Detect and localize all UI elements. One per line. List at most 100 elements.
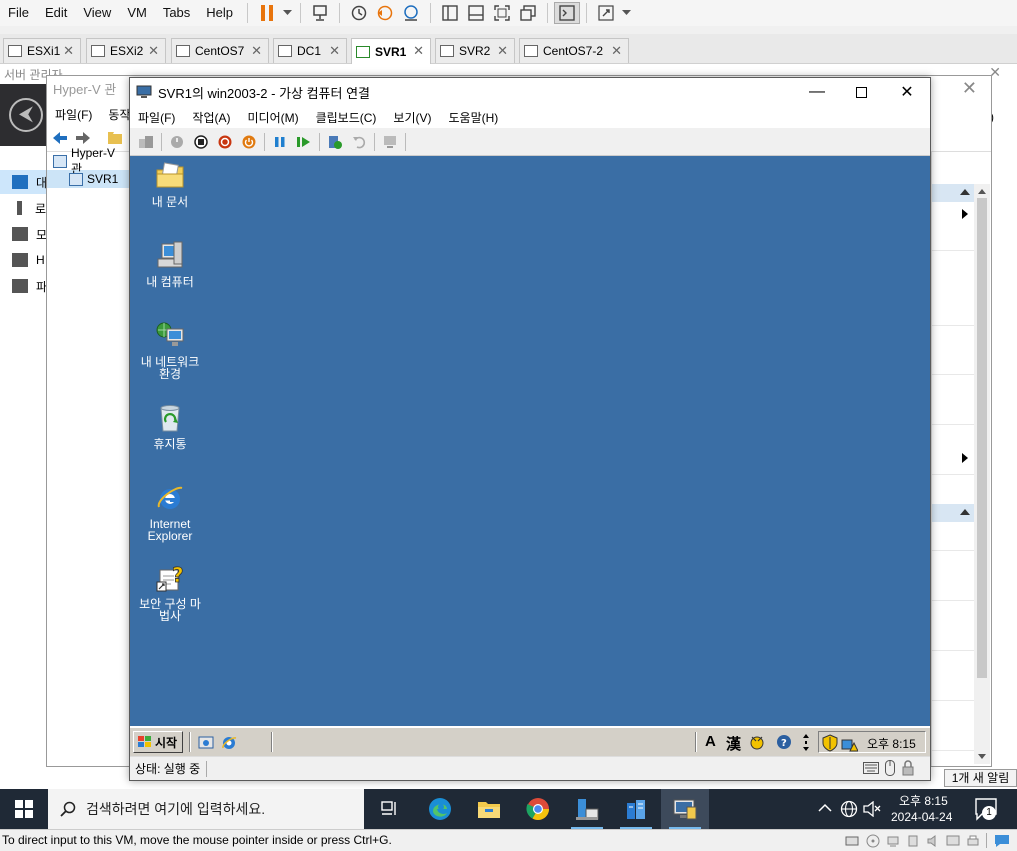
close-icon[interactable]: ✕ [63,43,74,59]
snapshot-icon[interactable] [346,2,372,24]
back-arrow-icon[interactable]: ⮜ [9,98,43,132]
nav-local-server[interactable]: 로 [0,196,48,220]
vmc-menu-help[interactable]: 도움말(H) [441,109,508,126]
chevron-up-icon[interactable] [818,803,832,813]
forward-arrow-icon[interactable] [75,130,91,146]
tab-dc1[interactable]: DC1 ✕ [273,38,347,63]
tab-svr1[interactable]: SVR1 ✕ [351,38,431,64]
scrollbar-thumb[interactable] [977,198,987,678]
chevron-down-icon[interactable] [280,2,294,24]
full-screen-icon[interactable] [489,2,515,24]
desktop-icon-network-places[interactable]: 내 네트워크 환경 [130,320,210,380]
close-icon[interactable]: ✕ [251,43,262,59]
revert-icon[interactable] [347,131,371,153]
start-button[interactable]: 시작 [133,731,183,753]
network-adapter-icon[interactable] [886,834,900,848]
taskbar-app-edge[interactable] [416,789,464,829]
resume-icon[interactable] [292,131,316,153]
hv-menu-file[interactable]: 파일(F) [47,106,100,123]
tree-item-svr1[interactable]: SVR1 [47,170,129,188]
nav-hyperv[interactable]: H [0,248,48,272]
taskbar-app-chrome[interactable] [514,789,562,829]
start-button[interactable] [0,789,48,829]
ime-settings-icon[interactable] [748,733,766,751]
maximize-button[interactable] [838,78,884,106]
close-button[interactable]: ✕ [884,78,930,106]
unity-icon[interactable] [515,2,541,24]
vmc-menu-clipboard[interactable]: 클립보드(C) [308,109,386,126]
desktop-icon-internet-explorer[interactable]: Internet Explorer [130,482,210,542]
minimize-button[interactable]: — [794,78,840,106]
guest-clock[interactable]: 오후 8:15 [867,735,916,752]
actions-section-header[interactable] [932,184,974,202]
pause-icon[interactable] [268,131,292,153]
actions-scrollbar[interactable] [974,184,990,764]
menu-view[interactable]: View [75,1,119,25]
help-icon[interactable]: ? [776,734,792,750]
nav-dashboard[interactable]: 대 [0,170,48,194]
desktop-icon-recycle-bin[interactable]: 휴지통 [130,402,210,450]
taskbar-date[interactable]: 2024-04-24 [891,810,952,824]
send-ctrl-alt-del-icon[interactable] [307,2,333,24]
console-view-icon[interactable] [554,2,581,24]
back-arrow-icon[interactable] [52,130,68,146]
ctrl-alt-del-icon[interactable] [134,131,158,153]
enhanced-session-icon[interactable] [378,131,402,153]
shut-down-icon[interactable] [213,131,237,153]
save-state-icon[interactable] [237,131,261,153]
tab-centos7-2[interactable]: CentOS7-2 ✕ [519,38,629,63]
sound-icon[interactable] [926,834,940,848]
menu-help[interactable]: Help [198,1,241,25]
desktop-icon-security-wizard[interactable]: ? 보안 구성 마법사 [130,562,210,622]
taskbar-app-vm-connection[interactable] [661,789,709,829]
vmc-menu-action[interactable]: 작업(A) [184,109,239,126]
submenu-arrow-icon[interactable] [962,209,968,219]
nav-all-servers[interactable]: 모 [0,222,48,246]
menu-edit[interactable]: Edit [37,1,75,25]
taskbar-app-server-manager[interactable] [563,789,611,829]
close-icon[interactable]: ✕ [148,43,159,59]
show-library-icon[interactable] [437,2,463,24]
pause-button[interactable] [254,2,280,24]
tab-centos7[interactable]: CentOS7 ✕ [171,38,269,63]
scroll-up-icon[interactable] [978,189,986,194]
tab-esxi2[interactable]: ESXi2 ✕ [86,38,166,63]
security-shield-icon[interactable] [822,734,838,752]
network-globe-icon[interactable] [840,800,858,818]
guest-desktop[interactable]: 내 문서 내 컴퓨터 내 네트워크 환경 휴지통 Internet Explor… [130,156,930,726]
desktop-icon-my-documents[interactable]: 내 문서 [130,160,210,208]
close-icon[interactable]: ✕ [329,43,340,59]
stretch-guest-icon[interactable] [593,2,619,24]
ie-quicklaunch-icon[interactable] [221,735,237,751]
show-desktop-icon[interactable] [198,735,214,751]
nav-file-services[interactable]: 파 [0,274,48,298]
vmc-menu-media[interactable]: 미디어(M) [239,109,307,126]
turn-off-icon[interactable] [189,131,213,153]
display-icon[interactable] [946,834,960,848]
taskbar-time[interactable]: 오후 8:15 [899,792,948,809]
chevron-down-icon[interactable] [619,2,633,24]
hdd-icon[interactable] [845,834,859,847]
menu-tabs[interactable]: Tabs [155,1,198,25]
taskbar-app-file-explorer[interactable] [465,789,513,829]
folder-up-icon[interactable] [107,130,123,146]
cd-icon[interactable] [866,834,880,848]
network-warning-icon[interactable] [840,734,858,752]
snapshot-manager-icon[interactable] [398,2,424,24]
vmc-menu-view[interactable]: 보기(V) [385,109,440,126]
menu-vm[interactable]: VM [119,1,155,25]
task-view-button[interactable] [366,789,414,829]
start-vm-icon[interactable] [165,131,189,153]
ime-mode-indicator[interactable]: A [705,733,716,750]
ime-hanja-indicator[interactable]: 漢 [726,733,741,754]
revert-snapshot-icon[interactable] [372,2,398,24]
tree-item-hyperv-manager[interactable]: Hyper-V 관 [47,146,129,176]
menu-file[interactable]: File [0,1,37,25]
desktop-icon-my-computer[interactable]: 내 컴퓨터 [130,240,210,288]
tab-esxi1[interactable]: ESXi1 ✕ [3,38,81,63]
taskbar-search-box[interactable]: 검색하려면 여기에 입력하세요. [48,789,364,829]
notification-badge[interactable]: 1개 새 알림 [944,769,1017,787]
close-icon[interactable]: ✕ [962,78,977,99]
tab-svr2[interactable]: SVR2 ✕ [435,38,515,63]
actions-section-header[interactable] [932,504,974,522]
